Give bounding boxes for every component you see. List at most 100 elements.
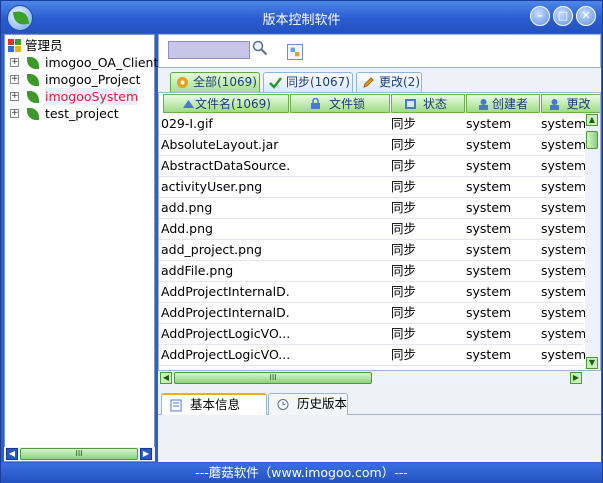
table-cell: system xyxy=(541,263,585,278)
minimize-button[interactable]: – xyxy=(530,6,550,26)
column-header-status[interactable]: 状态 xyxy=(391,94,465,113)
table-cell: 同步 xyxy=(391,305,417,320)
table-cell: system xyxy=(541,347,585,362)
status-footer: ---蘑菇软件（www.imogoo.com）--- xyxy=(1,463,602,483)
table-row[interactable]: add_project.png 同步 system system xyxy=(159,240,585,261)
scroll-thumb[interactable]: III xyxy=(20,448,138,460)
maximize-button[interactable]: □ xyxy=(553,6,573,26)
table-cell: 同步 xyxy=(391,326,417,341)
table-cell: addFile.png xyxy=(161,263,234,278)
table-cell: system xyxy=(541,116,585,131)
scroll-up-arrow-icon[interactable]: ▲ xyxy=(586,114,598,126)
expand-icon[interactable]: + xyxy=(10,75,19,84)
table-cell: system xyxy=(466,179,512,194)
table-cell: system xyxy=(541,242,585,257)
tab-label: 同步(1067) xyxy=(286,75,350,89)
column-header-modifier[interactable]: 更改 xyxy=(541,94,600,113)
table-row[interactable]: AddProjectLogicVO.... 同步 system system xyxy=(159,324,585,345)
table-cell: system xyxy=(466,158,512,173)
table-row[interactable]: 029-I.gif 同步 system system xyxy=(159,114,585,135)
table-cell: system xyxy=(541,200,585,215)
table-cell: AddProjectInternalD... xyxy=(161,305,291,320)
scroll-left-arrow-icon[interactable]: ◀ xyxy=(160,372,172,384)
expand-icon[interactable]: + xyxy=(10,109,19,118)
table-cell: 同步 xyxy=(391,179,417,194)
expand-icon[interactable]: + xyxy=(10,58,19,67)
table-cell: system xyxy=(541,326,585,341)
tree-item[interactable]: + imogoo_Project xyxy=(5,71,154,88)
project-leaf-icon xyxy=(27,74,39,86)
tree-item-label: imogoo_Project xyxy=(45,72,141,87)
table-row[interactable]: AbstractDataSource.... 同步 system system xyxy=(159,156,585,177)
table-cell: system xyxy=(466,284,512,299)
tree-item[interactable]: + imogooSystem xyxy=(5,88,154,105)
column-header-filename[interactable]: 文件名(1069) xyxy=(163,94,289,113)
table-row[interactable]: AddProjectInternalD... 同步 system system xyxy=(159,303,585,324)
status-icon xyxy=(405,99,416,109)
table-horizontal-scrollbar[interactable]: ◀ III ▶ xyxy=(158,371,586,385)
search-input[interactable] xyxy=(168,41,250,59)
table-cell: system xyxy=(466,116,512,131)
expand-icon[interactable]: + xyxy=(10,92,19,101)
table-cell: AddProjectLogicVO.... xyxy=(161,347,291,362)
table-row[interactable]: add.png 同步 system system xyxy=(159,198,585,219)
table-cell: system xyxy=(466,305,512,320)
tree-root-label: 管理员 xyxy=(25,38,63,53)
table-cell: system xyxy=(466,221,512,236)
table-cell: 同步 xyxy=(391,347,417,362)
creator-icon xyxy=(479,99,488,110)
table-cell: 同步 xyxy=(391,263,417,278)
table-cell: 同步 xyxy=(391,200,417,215)
clock-icon xyxy=(277,399,289,410)
table-cell: system xyxy=(541,221,585,236)
table-cell: add_project.png xyxy=(161,242,262,257)
tab-basic-info[interactable]: 基本信息 xyxy=(161,393,267,415)
table-cell: system xyxy=(541,158,585,173)
tab-label: 基本信息 xyxy=(190,397,241,412)
window-title: 版本控制软件 xyxy=(262,13,341,28)
tree-item-label: imogooSystem xyxy=(45,88,139,105)
tab-history[interactable]: 历史版本 xyxy=(268,393,348,415)
table-cell: system xyxy=(466,200,512,215)
checkout-icon[interactable] xyxy=(287,44,303,60)
column-header-creator[interactable]: 创建者 xyxy=(466,94,540,113)
checkmark-icon xyxy=(269,77,282,89)
scroll-thumb[interactable]: III xyxy=(174,372,372,384)
scroll-thumb[interactable] xyxy=(586,131,598,149)
scroll-right-arrow-icon[interactable]: ▶ xyxy=(570,372,582,384)
table-row[interactable]: AddProjectLogicVO.... 同步 system system xyxy=(159,345,585,366)
title-bar[interactable]: 版本控制软件 – □ ✕ xyxy=(1,1,602,33)
search-icon[interactable] xyxy=(252,40,268,56)
tab-label: 更改(2) xyxy=(379,75,420,89)
table-cell: 同步 xyxy=(391,116,417,131)
table-row[interactable]: Add.png 同步 system system xyxy=(159,219,585,240)
column-header-lock[interactable]: 文件锁 xyxy=(290,94,390,113)
scroll-down-arrow-icon[interactable]: ▼ xyxy=(586,357,598,369)
scroll-right-arrow-icon[interactable]: ▶ xyxy=(140,448,152,460)
close-button[interactable]: ✕ xyxy=(576,6,596,26)
tree-item[interactable]: + test_project xyxy=(5,105,154,122)
table-cell: system xyxy=(541,284,585,299)
table-cell: add.png xyxy=(161,200,213,215)
table-cell: AddProjectInternalD... xyxy=(161,284,291,299)
detail-panel xyxy=(158,415,601,462)
tab-synced[interactable]: 同步(1067) xyxy=(263,72,353,92)
tab-label: 历史版本 xyxy=(297,396,348,411)
lock-icon xyxy=(311,98,320,109)
table-row[interactable]: AbsoluteLayout.jar 同步 system system xyxy=(159,135,585,156)
tree-horizontal-scrollbar[interactable]: ◀ III ▶ xyxy=(4,447,155,461)
tab-all[interactable]: 全部(1069) xyxy=(170,72,260,92)
tree-item-label: imogoo_OA_Client xyxy=(45,55,159,70)
tree-item[interactable]: + imogoo_OA_Client xyxy=(5,54,158,71)
scroll-left-arrow-icon[interactable]: ◀ xyxy=(6,448,18,460)
tab-changed[interactable]: 更改(2) xyxy=(356,72,422,92)
tree-root[interactable]: 管理员 xyxy=(5,37,154,54)
table-vertical-scrollbar[interactable]: ▲ ▼ xyxy=(585,113,600,370)
table-cell: 同步 xyxy=(391,242,417,257)
table-row[interactable]: AddProjectInternalD... 同步 system system xyxy=(159,282,585,303)
table-cell: system xyxy=(541,305,585,320)
table-cell: system xyxy=(466,242,512,257)
table-row[interactable]: activityUser.png 同步 system system xyxy=(159,177,585,198)
file-pane: 全部(1069) 同步(1067) 更改(2) 文件名(1069) 文件锁 状态… xyxy=(158,34,601,462)
table-row[interactable]: addFile.png 同步 system system xyxy=(159,261,585,282)
